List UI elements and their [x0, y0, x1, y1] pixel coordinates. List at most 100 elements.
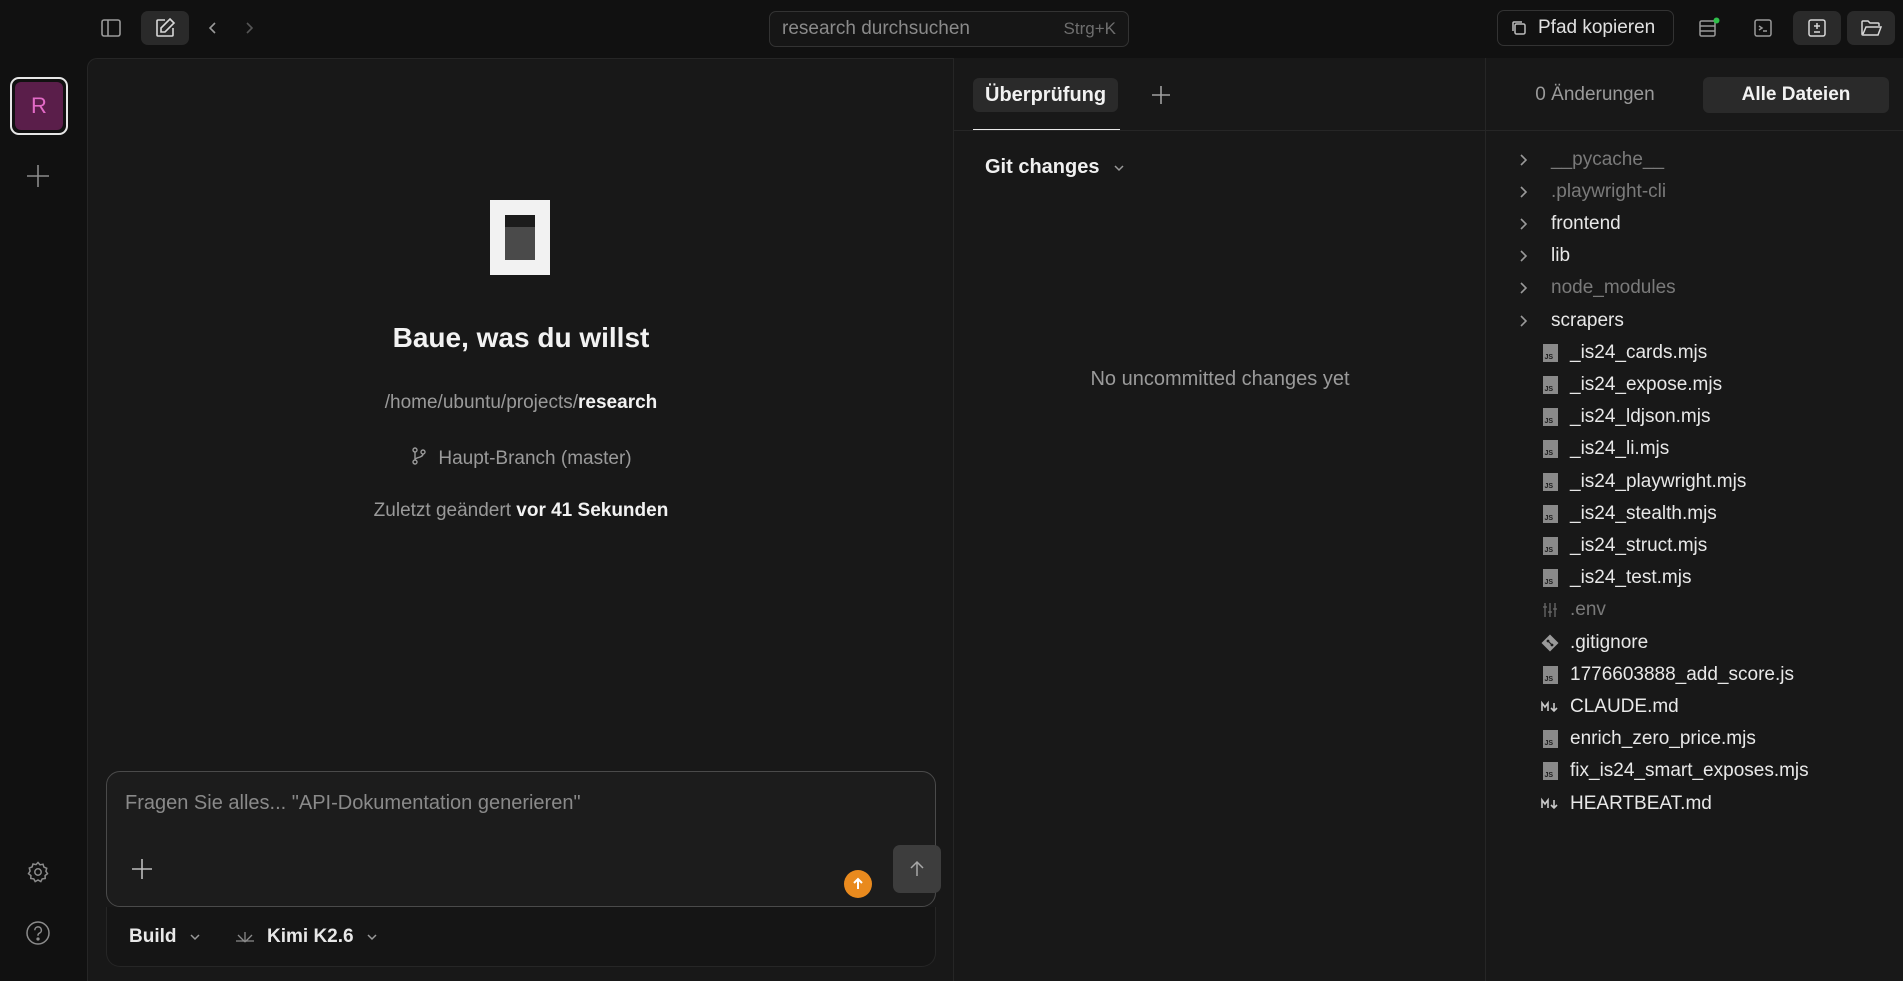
branch-name: Haupt-Branch (master): [438, 448, 632, 469]
sidebar-icon: [101, 19, 121, 37]
file-name: lib: [1551, 245, 1571, 267]
markdown-file-icon: [1538, 792, 1562, 816]
divider: [1486, 130, 1903, 131]
git-file-icon: [1538, 631, 1562, 655]
help-icon: [26, 921, 50, 945]
js-file-icon: JS: [1538, 373, 1562, 397]
js-file-icon: JS: [1538, 502, 1562, 526]
tab-all-files[interactable]: Alle Dateien: [1703, 77, 1889, 113]
settings-button[interactable]: [20, 854, 56, 890]
copy-icon: [1512, 21, 1526, 35]
chevron-right-icon: [1512, 180, 1536, 204]
markdown-file-icon: [1538, 695, 1562, 719]
mode-selector[interactable]: Build: [129, 926, 201, 948]
js-file-icon: JS: [1538, 470, 1562, 494]
workspace-initial: R: [15, 82, 63, 130]
file-name: HEARTBEAT.md: [1570, 792, 1712, 814]
arrow-up-icon: [910, 860, 924, 876]
chevron-right-icon: [1512, 212, 1536, 236]
tab-review[interactable]: Überprüfung: [973, 78, 1119, 112]
prompt-input[interactable]: Fragen Sie alles... "API-Dokumentation g…: [125, 792, 581, 815]
search-shortcut: Strg+K: [1063, 19, 1116, 38]
hero-title: Baue, was du willst: [392, 322, 650, 353]
review-panel-button[interactable]: [1793, 11, 1841, 45]
review-panel: Überprüfung Git changes No uncommitted c…: [953, 58, 1486, 981]
project-path-prefix: /home/ubuntu/projects/: [384, 392, 579, 413]
back-button[interactable]: [195, 11, 231, 45]
search-input[interactable]: research durchsuchen Strg+K: [769, 11, 1129, 47]
js-file-icon: JS: [1538, 437, 1562, 461]
chevron-down-icon: [1114, 164, 1125, 171]
file-name: _is24_stealth.mjs: [1570, 502, 1717, 524]
chevron-right-icon: [1512, 309, 1536, 333]
js-file-icon: JS: [1538, 341, 1562, 365]
plus-icon: [27, 165, 49, 187]
model-icon: [236, 932, 254, 943]
composer-options: Build Kimi K2.6: [106, 907, 936, 967]
file-name: 1776603888_add_score.js: [1570, 663, 1794, 685]
copy-path-label: Pfad kopieren: [1538, 17, 1656, 38]
js-file-icon: JS: [1538, 759, 1562, 783]
file-name: _is24_struct.mjs: [1570, 534, 1708, 556]
git-branch-icon: [412, 447, 427, 465]
chevron-left-icon: [208, 22, 216, 34]
forward-button[interactable]: [231, 11, 267, 45]
terminal-button[interactable]: [1739, 11, 1787, 45]
chevron-right-icon: [1512, 148, 1536, 172]
chevron-right-icon: [1512, 276, 1536, 300]
workspace-avatar[interactable]: R: [10, 77, 68, 135]
arrow-up-icon: [853, 877, 863, 889]
model-selector[interactable]: Kimi K2.6: [235, 926, 378, 948]
prompt-composer[interactable]: Fragen Sie alles... "API-Dokumentation g…: [106, 771, 941, 907]
file-name: node_modules: [1551, 277, 1676, 299]
model-label: Kimi K2.6: [267, 926, 354, 947]
file-name: _is24_ldjson.mjs: [1570, 406, 1711, 428]
copy-path-button[interactable]: Pfad kopieren: [1497, 10, 1674, 46]
help-button[interactable]: [20, 915, 56, 951]
file-name: .gitignore: [1570, 631, 1649, 653]
last-modified-label: Zuletzt geändert: [373, 500, 511, 521]
panel-layout-button[interactable]: [1685, 11, 1733, 45]
file-name: CLAUDE.md: [1570, 695, 1679, 717]
git-changes-label: Git changes: [985, 156, 1100, 178]
file-name: _is24_playwright.mjs: [1570, 470, 1747, 492]
js-file-icon: JS: [1538, 566, 1562, 590]
env-file-icon: [1538, 598, 1562, 622]
toggle-sidebar-button[interactable]: [87, 11, 135, 45]
last-modified-value: vor 41 Sekunden: [516, 500, 669, 521]
attach-button[interactable]: [127, 854, 157, 884]
add-tab-button[interactable]: [1146, 80, 1176, 110]
panel-layout-icon: [1699, 17, 1720, 37]
file-name: .playwright-cli: [1551, 180, 1667, 202]
file-item[interactable]: HEARTBEAT.md: [1486, 784, 1903, 823]
js-file-icon: JS: [1538, 727, 1562, 751]
workspace-rail: R: [0, 58, 87, 981]
project-name: research: [578, 392, 658, 413]
tab-changes[interactable]: 0 Änderungen: [1520, 77, 1670, 113]
js-file-icon: JS: [1538, 663, 1562, 687]
plus-icon: [1152, 86, 1170, 104]
file-name: _is24_expose.mjs: [1570, 373, 1723, 395]
search-placeholder: research durchsuchen: [782, 18, 970, 39]
session-panel: Baue, was du willst /home/ubuntu/project…: [87, 58, 953, 981]
diff-icon: [1808, 19, 1826, 37]
files-panel-button[interactable]: [1847, 11, 1895, 45]
mode-label: Build: [129, 926, 177, 947]
file-name: .env: [1570, 599, 1606, 621]
plus-icon: [132, 859, 152, 879]
chevron-right-icon: [246, 22, 254, 34]
terminal-icon: [1754, 19, 1772, 37]
file-name: frontend: [1551, 212, 1621, 234]
file-name: scrapers: [1551, 309, 1624, 331]
new-session-button[interactable]: [141, 11, 189, 45]
top-bar: research durchsuchen Strg+K Pfad kopiere…: [0, 0, 1903, 58]
add-workspace-button[interactable]: [20, 158, 56, 194]
update-badge[interactable]: [844, 870, 872, 898]
divider: [954, 130, 1486, 131]
gear-icon: [27, 861, 49, 883]
send-button[interactable]: [893, 845, 941, 893]
chevron-down-icon: [189, 934, 200, 941]
git-changes-selector[interactable]: Git changes: [985, 156, 1125, 179]
project-path: /home/ubuntu/projects/research: [88, 392, 954, 414]
file-name: _is24_li.mjs: [1570, 438, 1670, 460]
